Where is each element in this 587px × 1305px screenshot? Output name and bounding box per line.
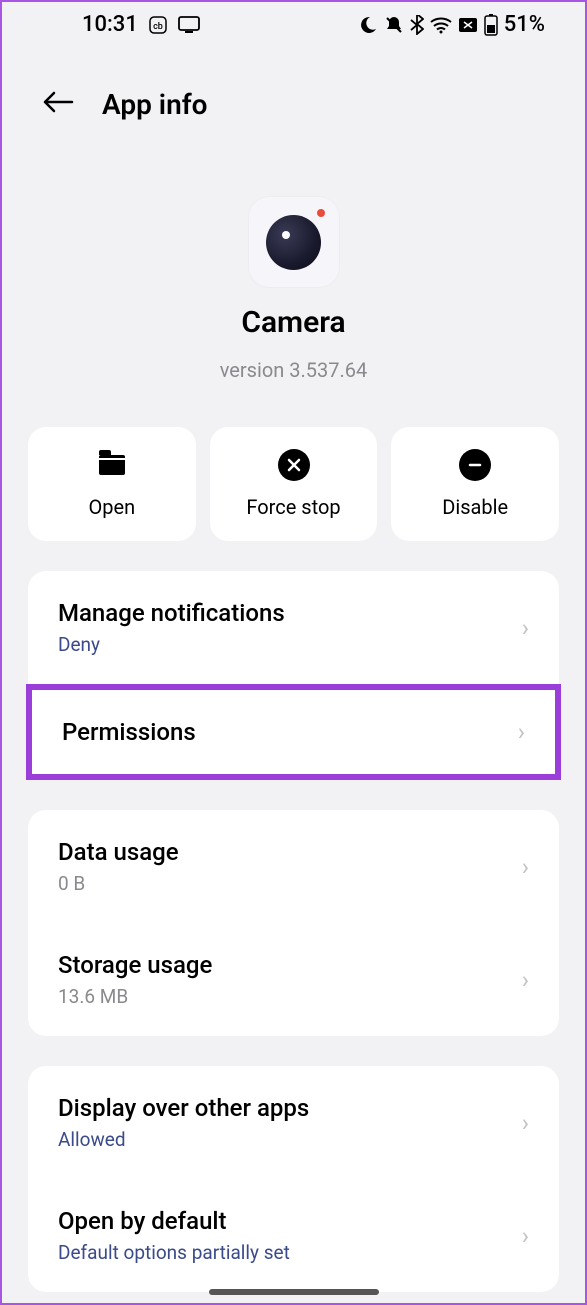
display-over-sub: Allowed: [58, 1128, 309, 1151]
actions-row: Open Force stop Disable: [2, 427, 585, 541]
wifi-icon: [430, 16, 452, 34]
manage-notifications-item[interactable]: Manage notifications Deny ›: [28, 571, 559, 684]
card-notifications-permissions: Manage notifications Deny › Permissions …: [28, 571, 559, 780]
minus-circle-icon: [459, 449, 491, 481]
app-badge-icon: cb: [148, 15, 168, 35]
force-stop-button[interactable]: Force stop: [210, 427, 378, 541]
chevron-right-icon: ›: [522, 1109, 529, 1137]
open-label: Open: [89, 495, 136, 519]
disable-label: Disable: [442, 495, 508, 519]
status-bar: 10:31 cb 51%: [2, 2, 585, 47]
header: App info: [2, 47, 585, 142]
bluetooth-icon: [410, 15, 424, 35]
storage-usage-title: Storage usage: [58, 951, 212, 979]
storage-usage-item[interactable]: Storage usage 13.6 MB ›: [28, 923, 559, 1036]
folder-open-icon: [96, 449, 128, 481]
data-usage-item[interactable]: Data usage 0 B ›: [28, 810, 559, 923]
disable-button[interactable]: Disable: [391, 427, 559, 541]
card-usage: Data usage 0 B › Storage usage 13.6 MB ›: [28, 810, 559, 1036]
close-circle-icon: [278, 449, 310, 481]
open-button[interactable]: Open: [28, 427, 196, 541]
chevron-right-icon: ›: [522, 614, 529, 642]
notifications-title: Manage notifications: [58, 599, 285, 627]
permissions-title: Permissions: [62, 718, 196, 746]
status-time: 10:31: [82, 12, 138, 37]
chevron-right-icon: ›: [522, 966, 529, 994]
record-dot-icon: [317, 209, 325, 217]
notifications-sub: Deny: [58, 633, 285, 656]
battery-icon: [484, 14, 498, 36]
page-title: App info: [102, 88, 208, 121]
camera-lens-icon: [266, 215, 321, 270]
app-section: Camera version 3.537.64: [2, 197, 585, 382]
open-default-sub: Default options partially set: [58, 1241, 290, 1264]
storage-usage-sub: 13.6 MB: [58, 985, 212, 1008]
app-version: version 3.537.64: [220, 358, 368, 382]
data-off-icon: [458, 17, 478, 33]
display-over-item[interactable]: Display over other apps Allowed ›: [28, 1066, 559, 1179]
app-name: Camera: [241, 305, 345, 340]
chevron-right-icon: ›: [518, 718, 525, 746]
status-right: 51%: [358, 12, 545, 37]
permissions-item[interactable]: Permissions ›: [26, 684, 561, 780]
battery-percent: 51%: [504, 12, 545, 37]
open-by-default-item[interactable]: Open by default Default options partiall…: [28, 1179, 559, 1292]
force-stop-label: Force stop: [246, 495, 340, 519]
app-icon: [249, 197, 339, 287]
chevron-right-icon: ›: [522, 853, 529, 881]
back-arrow-icon[interactable]: [42, 87, 74, 122]
cast-icon: [178, 16, 200, 34]
data-usage-sub: 0 B: [58, 872, 179, 895]
open-default-title: Open by default: [58, 1207, 290, 1235]
moon-icon: [358, 15, 378, 35]
display-over-title: Display over other apps: [58, 1094, 309, 1122]
status-left: 10:31 cb: [82, 12, 200, 37]
bell-off-icon: [384, 15, 404, 35]
card-defaults: Display over other apps Allowed › Open b…: [28, 1066, 559, 1292]
chevron-right-icon: ›: [522, 1222, 529, 1250]
data-usage-title: Data usage: [58, 838, 179, 866]
svg-text:cb: cb: [153, 22, 163, 32]
gesture-bar[interactable]: [209, 1289, 379, 1295]
